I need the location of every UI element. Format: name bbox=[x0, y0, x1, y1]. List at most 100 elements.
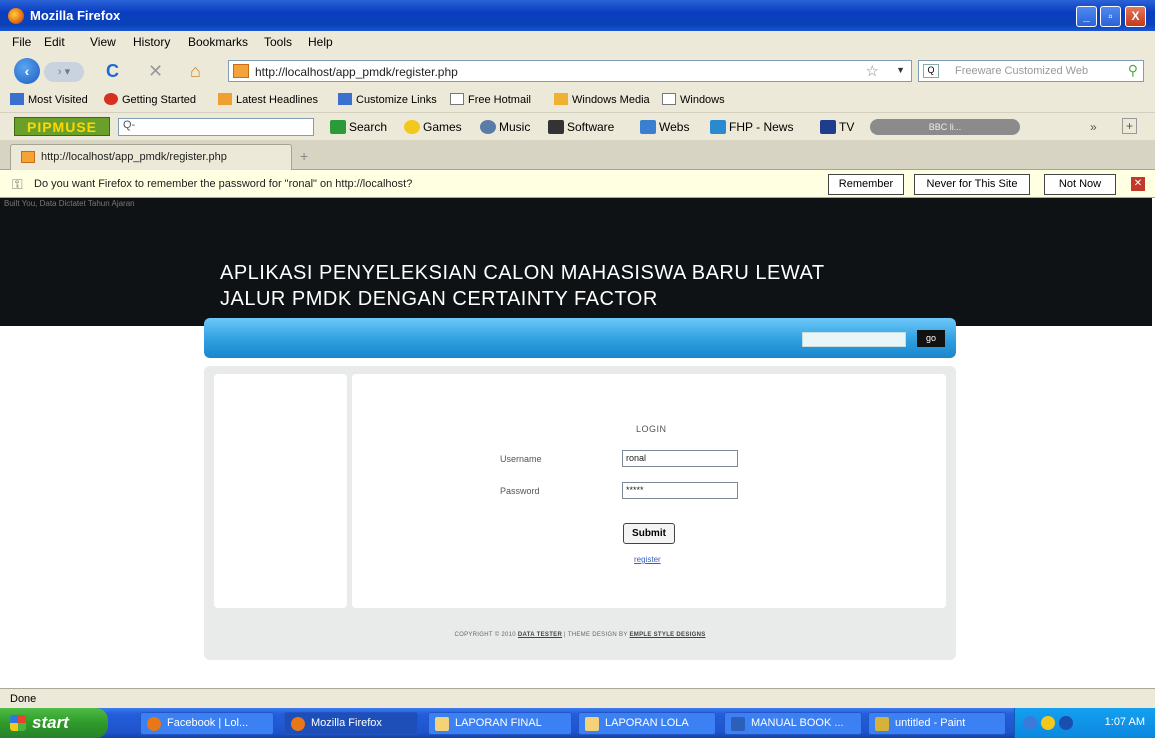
minimize-button[interactable]: _ bbox=[1076, 6, 1097, 27]
bookmark-getting-started[interactable]: Getting Started bbox=[104, 93, 196, 106]
radio-player[interactable]: BBC li... bbox=[870, 119, 1020, 135]
password-label: Password bbox=[500, 486, 540, 496]
password-field[interactable]: ***** bbox=[622, 482, 738, 499]
new-tab-icon[interactable]: + bbox=[300, 148, 308, 164]
header-small-text: Built You, Data Dictatet Tahun Ajaran bbox=[4, 199, 135, 208]
tab-register[interactable]: http://localhost/app_pmdk/register.php bbox=[10, 144, 292, 170]
menu-help[interactable]: Help bbox=[308, 35, 333, 49]
menu-view[interactable]: View bbox=[90, 35, 116, 49]
bookmark-windows[interactable]: Windows bbox=[662, 93, 725, 106]
toolbar-music[interactable]: Music bbox=[480, 120, 530, 134]
rss-icon bbox=[218, 93, 232, 105]
task-laporan-final[interactable]: LAPORAN FINAL bbox=[428, 712, 572, 735]
register-link[interactable]: register bbox=[634, 555, 661, 564]
search-bar[interactable]: Q Freeware Customized Web ⚲ bbox=[918, 60, 1144, 82]
menu-tools[interactable]: Tools bbox=[264, 35, 292, 49]
menu-edit[interactable]: Edit bbox=[44, 35, 65, 49]
page-header: Built You, Data Dictatet Tahun Ajaran AP… bbox=[0, 198, 1152, 326]
floppy-disk-icon bbox=[548, 120, 564, 134]
back-button[interactable]: ‹ bbox=[14, 58, 40, 84]
window-title: Mozilla Firefox bbox=[30, 8, 121, 23]
firefox-icon bbox=[8, 8, 24, 24]
never-for-this-site-button[interactable]: Never for This Site bbox=[914, 174, 1030, 195]
pipmuse-logo[interactable]: PIPMUSE bbox=[14, 117, 110, 136]
url-text: http://localhost/app_pmdk/register.php bbox=[255, 65, 458, 79]
submit-button[interactable]: Submit bbox=[623, 523, 675, 544]
toolbar-add-icon[interactable]: + bbox=[1122, 118, 1138, 134]
menu-bookmarks[interactable]: Bookmarks bbox=[188, 35, 248, 49]
page-title: APLIKASI PENYELEKSIAN CALON MAHASISWA BA… bbox=[220, 260, 825, 312]
footer-link-designs[interactable]: EMPLE STYLE DESIGNS bbox=[629, 632, 705, 638]
bookmark-star-icon[interactable]: ☆ bbox=[866, 62, 879, 80]
task-laporan-lola[interactable]: LAPORAN LOLA bbox=[578, 712, 716, 735]
firefox-icon bbox=[291, 717, 305, 731]
window-titlebar: Mozilla Firefox _ ▫ X bbox=[0, 0, 1155, 31]
site-search-button[interactable]: go bbox=[917, 330, 945, 347]
paint-icon bbox=[875, 717, 889, 731]
search-icon[interactable]: ⚲ bbox=[1128, 62, 1138, 79]
bookmark-windows-media[interactable]: Windows Media bbox=[554, 93, 650, 106]
page-title-line1: APLIKASI PENYELEKSIAN CALON MAHASISWA BA… bbox=[220, 262, 825, 284]
firefox-bookmark-icon bbox=[104, 93, 118, 105]
page-icon bbox=[662, 93, 676, 105]
bookmark-most-visited[interactable]: Most Visited bbox=[10, 93, 88, 106]
password-notification-bar: ⚿ Do you want Firefox to remember the pa… bbox=[0, 170, 1155, 198]
tray-network-icon[interactable] bbox=[1059, 716, 1073, 730]
clock: 1:07 AM bbox=[1104, 716, 1145, 728]
toolbar-search[interactable]: Search bbox=[330, 120, 387, 134]
music-icon bbox=[480, 120, 496, 134]
username-label: Username bbox=[500, 454, 542, 464]
not-now-button[interactable]: Not Now bbox=[1044, 174, 1116, 195]
tray-arrow-icon[interactable] bbox=[1023, 716, 1037, 730]
windows-media-icon bbox=[554, 93, 568, 105]
toolbar-tv[interactable]: TV bbox=[820, 120, 854, 134]
home-icon[interactable]: ⌂ bbox=[190, 61, 201, 81]
toolbar-webs[interactable]: Webs bbox=[640, 120, 689, 134]
key-icon: ⚿ bbox=[12, 176, 23, 192]
task-facebook[interactable]: Facebook | Lol... bbox=[140, 712, 274, 735]
username-field[interactable]: ronal bbox=[622, 450, 738, 467]
tray-app-icon[interactable] bbox=[1041, 716, 1055, 730]
close-button[interactable]: X bbox=[1125, 6, 1146, 27]
task-manual-book[interactable]: MANUAL BOOK ... bbox=[724, 712, 862, 735]
close-notification-icon[interactable]: ✕ bbox=[1131, 177, 1145, 191]
search-icon bbox=[330, 120, 346, 134]
windows-flag-icon bbox=[10, 715, 26, 731]
firefox-icon bbox=[147, 717, 161, 731]
nav-bar: go bbox=[204, 318, 956, 358]
toolbar-games[interactable]: Games bbox=[404, 120, 462, 134]
toolbar-software[interactable]: Software bbox=[548, 120, 614, 134]
most-visited-icon bbox=[10, 93, 24, 105]
page-title-line2: JALUR PMDK DENGAN CERTAINTY FACTOR bbox=[220, 288, 658, 310]
search-engine-icon[interactable]: Q bbox=[923, 64, 939, 78]
menu-history[interactable]: History bbox=[133, 35, 170, 49]
forward-button[interactable]: › ▾ bbox=[44, 62, 84, 82]
task-paint[interactable]: untitled - Paint bbox=[868, 712, 1006, 735]
status-text: Done bbox=[10, 693, 37, 705]
reload-icon[interactable]: C bbox=[106, 61, 119, 81]
toolbar-overflow-icon[interactable]: » bbox=[1090, 120, 1097, 134]
bookmark-free-hotmail[interactable]: Free Hotmail bbox=[450, 93, 531, 106]
task-mozilla-firefox[interactable]: Mozilla Firefox bbox=[284, 712, 418, 735]
url-dropdown-icon[interactable]: ▼ bbox=[896, 65, 905, 75]
login-area: LOGIN Username ronal Password ***** Subm… bbox=[352, 374, 946, 608]
start-button[interactable]: start bbox=[0, 708, 108, 738]
news-icon bbox=[710, 120, 726, 134]
url-bar[interactable]: http://localhost/app_pmdk/register.php ☆… bbox=[228, 60, 912, 82]
page-footer: COPYRIGHT © 2010 DATA TESTER | THEME DES… bbox=[454, 632, 706, 638]
stop-icon[interactable]: ✕ bbox=[148, 61, 163, 81]
remember-button[interactable]: Remember bbox=[828, 174, 904, 195]
site-search-input[interactable] bbox=[802, 332, 906, 347]
notification-message: Do you want Firefox to remember the pass… bbox=[34, 178, 413, 190]
toolbar-fhp-news[interactable]: FHP - News bbox=[710, 120, 793, 134]
maximize-button[interactable]: ▫ bbox=[1100, 6, 1121, 27]
pipmuse-toolbar: PIPMUSE Q- Search Games Music Software W… bbox=[0, 112, 1155, 140]
word-icon bbox=[731, 717, 745, 731]
menu-file[interactable]: File bbox=[12, 35, 31, 49]
bookmark-customize-links[interactable]: Customize Links bbox=[338, 93, 437, 106]
search-placeholder: Freeware Customized Web bbox=[955, 65, 1089, 77]
bookmark-latest-headlines[interactable]: Latest Headlines bbox=[218, 93, 318, 106]
toolbar-search-input[interactable]: Q- bbox=[118, 118, 314, 136]
footer-link-data-tester[interactable]: DATA TESTER bbox=[518, 632, 562, 638]
site-favicon-icon bbox=[233, 64, 249, 78]
